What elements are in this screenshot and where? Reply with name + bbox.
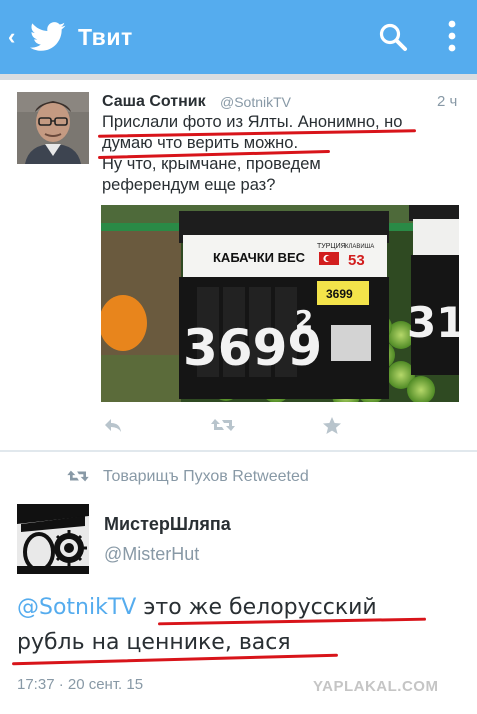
author-name[interactable]: МистерШляпа	[104, 514, 231, 535]
price-superscript: 2	[295, 306, 313, 336]
tweet-text-line: это же белорусский	[136, 595, 377, 620]
mention-link[interactable]: @SotnikTV	[17, 595, 136, 620]
retweet-card: Товарищъ Пухов Retweeted МистерШляпа @Mi…	[0, 452, 477, 714]
sign-origin: ТУРЦИЯ	[317, 243, 346, 250]
retweet-icon[interactable]	[210, 416, 236, 439]
small-price-tag: 3699	[326, 287, 353, 301]
app-header: ‹ Твит	[0, 0, 477, 74]
twitter-bird-icon[interactable]	[30, 22, 66, 57]
tweet-text-line: рубль на ценнике, вася	[17, 630, 291, 655]
avatar[interactable]	[17, 504, 89, 574]
page-title: Твит	[78, 24, 133, 50]
tweet-actions	[0, 416, 477, 440]
search-icon[interactable]	[378, 22, 408, 57]
retweeted-by[interactable]: Товарищъ Пухов Retweeted	[103, 468, 309, 486]
tweet-text: @SotnikTV это же белорусский рубль на це…	[17, 590, 467, 660]
retweeted-icon	[66, 468, 90, 489]
sign-origin-small: КЛАВИША	[345, 244, 374, 250]
watermark: YAPLAKAL.COM	[313, 678, 439, 695]
author-name[interactable]: Саша Сотник	[102, 93, 206, 111]
tweet-time: 2 ч	[437, 93, 458, 110]
tweet-text-line: референдум еще раз?	[102, 176, 276, 194]
author-handle[interactable]: @MisterHut	[104, 544, 199, 565]
overflow-menu-icon[interactable]	[446, 18, 458, 59]
back-chevron-icon[interactable]: ‹	[8, 24, 15, 50]
right-sign-price: 31	[407, 298, 459, 347]
tweet-card: Саша Сотник @SotnikTV 2 ч Прислали фото …	[0, 80, 477, 450]
sign-key-number: 53	[348, 252, 365, 269]
tweet-photo[interactable]: КАБАЧКИ ВЕС ТУРЦИЯ КЛАВИША 53 3699 3699 …	[101, 205, 459, 402]
sign-label: КАБАЧКИ ВЕС	[213, 250, 306, 265]
tweet-timestamp: 17:37 · 20 сент. 15	[17, 676, 144, 693]
favorite-star-icon[interactable]	[322, 416, 342, 441]
avatar[interactable]	[17, 92, 89, 164]
reply-icon[interactable]	[103, 416, 123, 439]
author-handle[interactable]: @SotnikTV	[220, 94, 291, 110]
